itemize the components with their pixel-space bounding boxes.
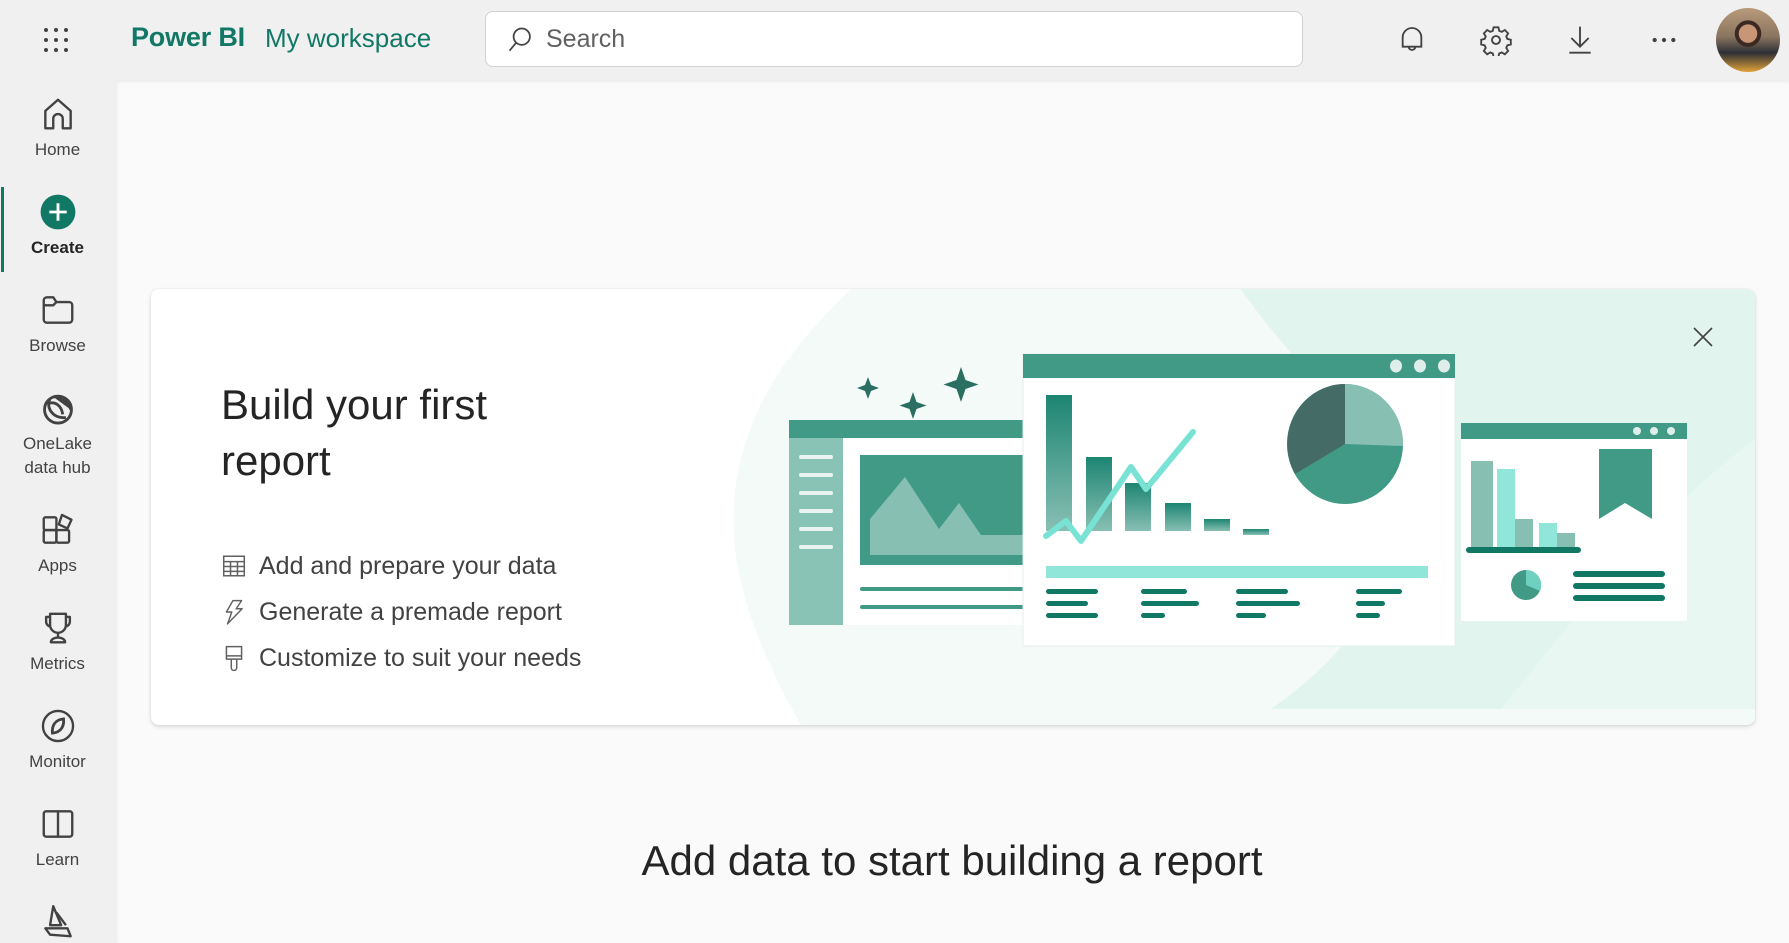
sidebar-item-learn[interactable]: Learn <box>0 804 115 872</box>
download-button[interactable] <box>1558 18 1602 62</box>
sidebar-item-onelake-data-hub[interactable]: OneLake data hub <box>0 388 115 480</box>
report-illustration <box>733 289 1755 725</box>
download-icon <box>1569 26 1591 54</box>
gear-icon <box>1480 26 1512 56</box>
illustration-legend-line <box>1141 613 1165 618</box>
illustration-legend-line <box>1046 613 1098 618</box>
app-launcher-icon[interactable] <box>36 20 76 60</box>
search-input[interactable] <box>546 24 1246 54</box>
illustration-legend-line <box>1046 601 1088 606</box>
illustration-legend-line <box>1141 601 1199 606</box>
feature-item: Customize to suit your needs <box>221 635 581 681</box>
paintbrush-icon <box>225 645 243 671</box>
illustration-bar <box>1165 503 1191 531</box>
center-report-window <box>1022 353 1456 647</box>
illustration-legend-line <box>1236 589 1288 594</box>
feature-item: Add and prepare your data <box>221 543 581 589</box>
search-icon <box>508 27 531 52</box>
lightning-icon <box>225 599 243 625</box>
avatar[interactable] <box>1716 8 1780 72</box>
illustration-legend-line <box>1356 589 1402 594</box>
apps-icon <box>42 513 73 544</box>
home-icon <box>43 98 72 130</box>
illustration-legend-line <box>1141 589 1187 594</box>
card-title: Build your first report <box>221 381 488 484</box>
top-bar: Power BI My workspace <box>0 0 1789 80</box>
sidebar-item-metrics[interactable]: Metrics <box>0 608 115 676</box>
illustration-legend-line <box>1356 601 1385 606</box>
sidebar-item-browse[interactable]: Browse <box>0 290 115 358</box>
build-report-card: Build your first report Add and prepare … <box>151 289 1755 725</box>
left-report-window <box>789 420 1029 625</box>
settings-button[interactable] <box>1474 18 1518 62</box>
illustration-legend-line <box>1356 613 1380 618</box>
sidebar-item-workloads[interactable] <box>0 902 115 942</box>
close-card-button[interactable] <box>1681 315 1725 359</box>
bell-icon <box>1401 27 1423 51</box>
sidebar-item-apps[interactable]: Apps <box>0 510 115 578</box>
create-plus-icon <box>40 194 75 230</box>
illustration-bar <box>1204 519 1230 531</box>
book-icon <box>42 810 73 838</box>
illustration-bar <box>1243 529 1269 535</box>
sidebar-item-home[interactable]: Home <box>0 94 115 162</box>
onelake-icon <box>42 394 73 425</box>
illustration-bar <box>1046 395 1072 531</box>
illustration-bar <box>1086 457 1112 531</box>
sidebar: Home Create Browse OneLake data hub Apps… <box>0 80 115 943</box>
illustration-legend-line <box>1236 613 1266 618</box>
workspace-link[interactable]: My workspace <box>265 23 431 54</box>
more-options-button[interactable] <box>1642 18 1686 62</box>
table-icon <box>222 555 246 577</box>
sidebar-item-monitor[interactable]: Monitor <box>0 706 115 774</box>
notifications-button[interactable] <box>1390 18 1434 62</box>
workloads-icon <box>43 904 72 938</box>
close-icon <box>1693 327 1713 347</box>
more-icon <box>1652 37 1676 43</box>
trophy-icon <box>44 612 71 644</box>
search-box[interactable] <box>485 11 1303 67</box>
feature-item: Generate a premade report <box>221 589 581 635</box>
right-report-window <box>1461 423 1687 621</box>
illustration-legend-line <box>1236 601 1300 606</box>
folder-icon <box>42 296 73 324</box>
add-data-heading: Add data to start building a report <box>641 837 1263 884</box>
sidebar-item-create[interactable]: Create <box>0 192 115 260</box>
brand-title[interactable]: Power BI <box>131 22 245 53</box>
feature-list: Add and prepare your data Generate a pre… <box>221 543 581 681</box>
main-content: Build your first report Add and prepare … <box>115 80 1789 943</box>
illustration-legend-line <box>1046 589 1098 594</box>
monitor-compass-icon <box>41 709 74 743</box>
center-pie-chart <box>1287 384 1404 504</box>
